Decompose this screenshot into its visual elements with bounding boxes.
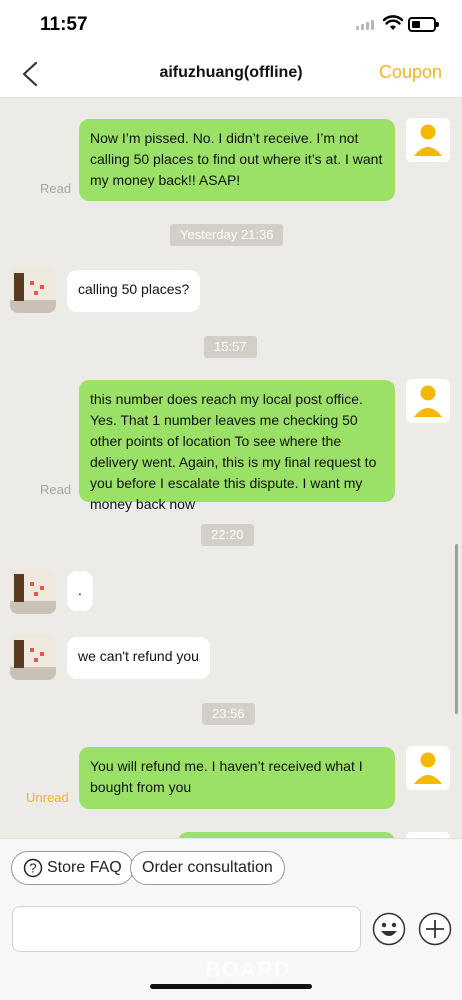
timestamp: 22:20 — [201, 524, 254, 546]
shop-avatar[interactable] — [10, 568, 56, 614]
coupon-button[interactable]: Coupon — [379, 62, 442, 83]
user-avatar-icon — [414, 124, 442, 156]
shop-avatar[interactable] — [10, 267, 56, 313]
store-avatar-image — [10, 634, 56, 680]
read-receipt: Read — [40, 181, 72, 196]
incoming-message[interactable]: . — [67, 571, 93, 611]
status-bar: 11:57 — [0, 0, 462, 50]
scroll-indicator[interactable] — [455, 544, 458, 714]
order-consultation-button[interactable]: Order consultation — [130, 851, 285, 885]
store-avatar-image — [10, 267, 56, 313]
message-input[interactable] — [12, 906, 361, 952]
my-avatar — [406, 118, 450, 162]
question-circle-icon: ? — [23, 858, 43, 878]
emoji-icon[interactable] — [372, 912, 406, 946]
incoming-message[interactable]: we can't refund you — [67, 637, 210, 679]
outgoing-message[interactable]: Now I’m pissed. No. I didn’t receive. I’… — [79, 119, 395, 201]
store-faq-label: Store FAQ — [47, 859, 122, 876]
home-indicator[interactable] — [150, 984, 312, 989]
read-receipt: Read — [40, 482, 72, 497]
store-avatar-image — [10, 568, 56, 614]
timestamp: 15:57 — [204, 336, 257, 358]
wifi-icon — [383, 15, 403, 30]
user-avatar-icon — [414, 385, 442, 417]
bottom-panel: ? Store FAQ Order consultation BOARD — [0, 838, 462, 1000]
incoming-message[interactable]: calling 50 places? — [67, 270, 201, 312]
watermark: BOARD — [205, 957, 291, 982]
outgoing-message[interactable]: this number does reach my local post off… — [79, 380, 395, 512]
store-faq-button[interactable]: ? Store FAQ — [11, 851, 134, 885]
chat-area[interactable]: Now I’m pissed. No. I didn’t receive. I’… — [0, 99, 462, 838]
timestamp: 23:56 — [202, 703, 255, 725]
timestamp: Yesterday 21:36 — [170, 224, 284, 246]
my-avatar — [406, 379, 450, 423]
status-time: 11:57 — [40, 14, 88, 35]
battery-icon — [408, 17, 439, 32]
outgoing-message[interactable]: You will refund me. I haven’t received w… — [79, 747, 395, 809]
my-avatar — [406, 746, 450, 790]
order-consultation-label: Order consultation — [142, 859, 273, 876]
cellular-signal-icon — [356, 20, 374, 30]
nav-bar: aifuzhuang(offline) Coupon — [0, 50, 462, 98]
unread-receipt: Unread — [26, 790, 69, 805]
plus-circle-icon[interactable] — [418, 912, 452, 946]
shop-avatar[interactable] — [10, 634, 56, 680]
svg-text:?: ? — [29, 861, 36, 876]
user-avatar-icon — [414, 752, 442, 784]
